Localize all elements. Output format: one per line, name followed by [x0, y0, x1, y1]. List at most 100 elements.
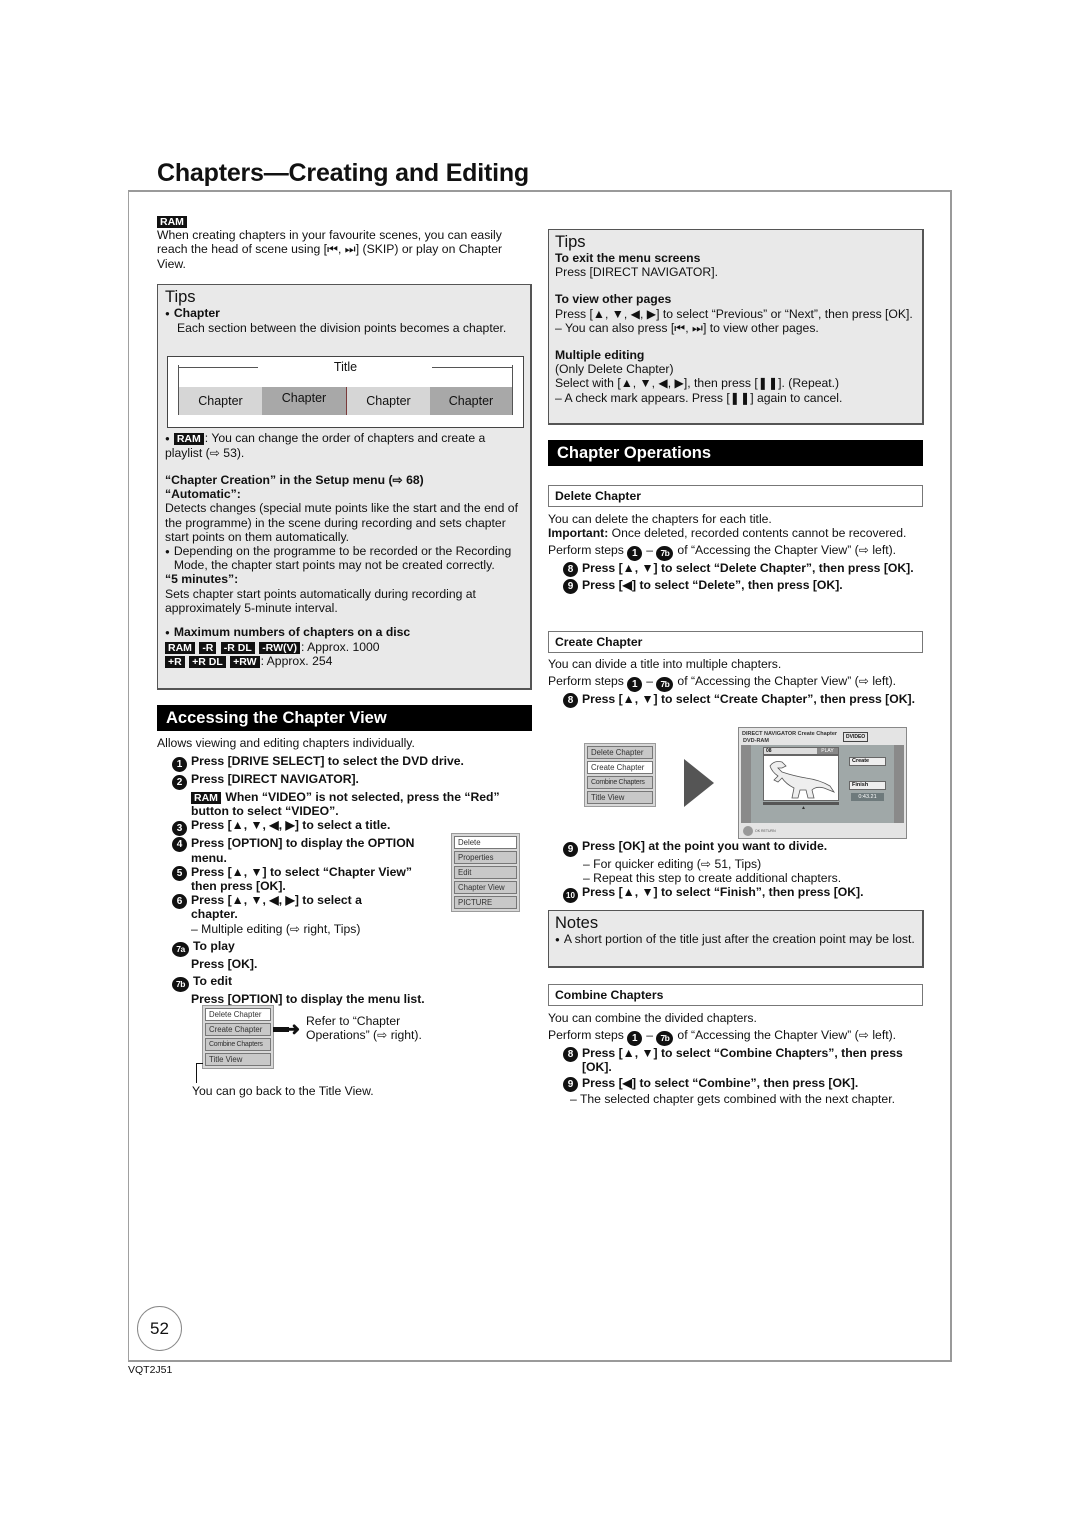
disc-badge: +R DL [189, 656, 226, 669]
intro-section: RAM When creating chapters in your favou… [157, 214, 532, 271]
perform-steps: Perform steps 1– 7b of “Accessing the Cha… [548, 1028, 897, 1047]
screen-footer: OK RETURN [755, 829, 776, 833]
step-6: 6 Press [▲, ▼, ◀, ▶] to select a chapter. [172, 893, 412, 921]
step-text: Press [◀] to select “Combine”, then pres… [582, 1075, 859, 1090]
delete-chapter-section: You can delete the chapters for each tit… [548, 512, 926, 595]
screen-finish-button[interactable]: Finish [849, 781, 886, 790]
step-text: Press [OK] at the point you want to divi… [582, 839, 828, 853]
create-menu-item[interactable]: Create Chapter [587, 761, 653, 774]
edit-menu-item[interactable]: Delete Chapter [205, 1008, 271, 1021]
page-title: Chapters—Creating and Editing [157, 159, 530, 187]
step-number-icon: 9 [563, 842, 578, 857]
screen-timeline-marker-icon: ▲ [801, 805, 806, 811]
chapter-cell: Chapter [430, 387, 512, 415]
step-text: Press [DRIVE SELECT] to select the DVD d… [191, 754, 464, 768]
step-6-note: – Multiple editing (⇨ right, Tips) [191, 921, 361, 936]
step-text: Press [▲, ▼, ◀, ▶] to select a chapter. [191, 893, 362, 922]
doc-code: VQT2J51 [128, 1364, 173, 1376]
step-7a-sub: Press [OK]. [191, 956, 258, 971]
automatic-desc: Detects changes (special mute points lik… [165, 501, 518, 544]
title-tick-right [512, 365, 513, 415]
option-menu-item[interactable]: Properties [454, 851, 517, 864]
step-number-icon: 8 [563, 562, 578, 578]
section-heading-operations: Chapter Operations [548, 440, 923, 466]
tips-header: Tips [165, 288, 196, 306]
step-number-icon: 1 [627, 1031, 643, 1047]
step-2-note: RAM When “VIDEO” is not selected, press … [172, 790, 534, 818]
create-chapter-screen: DIRECT NAVIGATOR Create Chapter DVD-RAM … [738, 727, 907, 839]
combine-chapters-section: You can combine the divided chapters. Pe… [548, 1011, 926, 1106]
ok-button-icon [743, 826, 753, 836]
create-desc: You can divide a title into multiple cha… [548, 657, 782, 671]
option-menu-item[interactable]: Delete [454, 836, 517, 849]
chapter-cell: Chapter [346, 387, 430, 415]
ram-badge: RAM [173, 433, 204, 445]
title-view-connector [196, 1063, 203, 1083]
max-row-1-value: : Approx. 1000 [300, 640, 380, 655]
step-number-icon: 9 [563, 579, 578, 595]
step-text: Press [DIRECT NAVIGATOR]. [191, 772, 359, 786]
option-menu-item[interactable]: Chapter View [454, 881, 517, 894]
screen-side-left [741, 745, 751, 823]
step-text: Press [▲, ▼] to select “Chapter View” th… [191, 864, 412, 894]
combine-step-9: 9 Press [◀] to select “Combine”, then pre… [548, 1076, 926, 1092]
create-menu-item[interactable]: Combine Chapters [587, 776, 653, 789]
disc-badge: -R [199, 642, 217, 655]
step-number-icon: 1 [627, 677, 643, 693]
step-text: To edit [193, 974, 233, 989]
screen-mode: DVIDEO [843, 732, 869, 742]
create-menu-item[interactable]: Delete Chapter [587, 746, 653, 759]
step-text: Press [▲, ▼] to select “Delete Chapter”,… [582, 561, 914, 576]
chapter-label: Chapter [165, 306, 524, 321]
perform-suffix: of “Accessing the Chapter View” (⇨ left)… [677, 543, 897, 558]
step-number-icon: 1 [627, 546, 643, 562]
create-menu-item[interactable]: Title View [587, 791, 653, 804]
create-menu: Delete Chapter Create Chapter Combine Ch… [584, 743, 656, 807]
edit-menu-item[interactable]: Create Chapter [205, 1023, 271, 1036]
subheading-create-chapter: Create Chapter [548, 631, 923, 653]
step-number-icon: 3 [172, 821, 187, 837]
step-number-icon: 7b [656, 1031, 674, 1047]
max-row-2: +R +R DL +RW: Approx. 254 [165, 654, 527, 669]
section-heading-accessing: Accessing the Chapter View [157, 705, 532, 731]
dinosaur-image [769, 761, 836, 799]
delete-step-8: 8 Press [▲, ▼] to select “Delete Chapter”… [548, 561, 926, 578]
delete-desc: You can delete the chapters for each tit… [548, 512, 772, 526]
perform-suffix: of “Accessing the Chapter View” (⇨ left)… [677, 1028, 897, 1043]
screen-create-button[interactable]: Create [849, 757, 886, 766]
step-text: Press [◀] to select “Delete”, then press… [582, 578, 843, 593]
screen-time: 0:43.21 [851, 793, 884, 801]
multi-sub: (Only Delete Chapter) [555, 362, 674, 377]
subheading-delete-chapter: Delete Chapter [548, 485, 923, 507]
disc-badge: RAM [165, 642, 195, 655]
ram-playlist-text: : You can change the order of chapters a… [165, 431, 486, 461]
pages-note: – You can also press [⏮, ⏭] to view othe… [555, 320, 819, 335]
multi-note: – A check mark appears. Press [❚❚] again… [555, 390, 843, 405]
screen-disc: DVD-RAM [743, 738, 769, 744]
step-number-icon: 4 [172, 837, 187, 853]
create-step-9-note: – For quicker editing (⇨ 51, Tips) [583, 857, 762, 871]
ram-badge: RAM [157, 216, 187, 228]
edit-menu: Delete Chapter Create Chapter Combine Ch… [202, 1005, 274, 1069]
step-number-icon: 5 [172, 865, 187, 881]
edit-menu-item[interactable]: Title View [205, 1053, 271, 1066]
step-text: Press [▲, ▼, ◀, ▶] to select a title. [191, 818, 391, 833]
disc-badge: +R [165, 656, 185, 669]
create-step-9: 9 Press [OK] at the point you want to div… [563, 839, 928, 857]
automatic-note-text: Depending on the programme to be recorde… [173, 544, 512, 573]
option-menu-item[interactable]: PICTURE [454, 896, 517, 909]
edit-menu-item[interactable]: Combine Chapters [205, 1038, 271, 1051]
important-label: Important: [548, 526, 609, 541]
max-row-2-value: : Approx. 254 [260, 654, 333, 669]
step-2: 2 Press [DIRECT NAVIGATOR]. [172, 772, 534, 790]
max-heading: Maximum numbers of chapters on a disc [165, 625, 527, 640]
option-menu-item[interactable]: Edit [454, 866, 517, 879]
title-line-right [432, 367, 512, 368]
perform-suffix: of “Accessing the Chapter View” (⇨ left)… [677, 674, 897, 689]
perform-prefix: Perform steps [548, 543, 624, 558]
screen-side-right [894, 745, 904, 823]
disc-badge: -RW(V) [259, 642, 300, 655]
pages-heading: To view other pages [555, 292, 672, 307]
exit-text: Press [DIRECT NAVIGATOR]. [555, 265, 718, 280]
chapter-desc: Each section between the division points… [177, 321, 507, 336]
